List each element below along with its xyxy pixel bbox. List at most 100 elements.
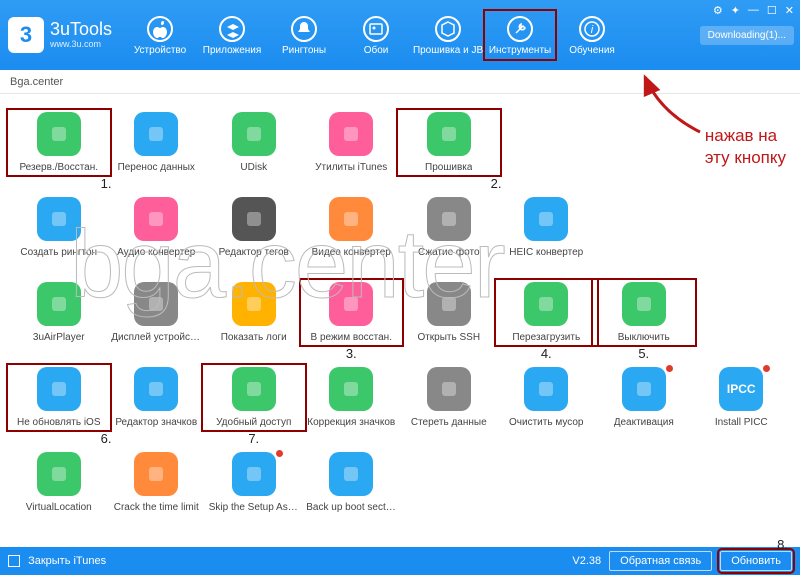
tool-icon	[427, 367, 471, 411]
annotation-number: 1.	[101, 176, 112, 191]
tool-label: Выключить	[618, 332, 670, 343]
tool-label: Не обновлять iOS	[17, 417, 101, 428]
tool-label: Дисплей устройства	[111, 332, 201, 343]
tool-label: В режим восстан.	[311, 332, 392, 343]
update-button[interactable]: Обновить	[720, 551, 792, 571]
tool-label: Skip the Setup Assistant	[209, 502, 299, 513]
tool-label: Редактор тегов	[219, 247, 289, 258]
window-control[interactable]: ☐	[767, 4, 777, 17]
feedback-button[interactable]: Обратная связь	[609, 551, 712, 571]
close-itunes-checkbox[interactable]: Закрыть iTunes	[8, 555, 106, 567]
version-label: V2.38	[572, 555, 601, 567]
tool-icon	[524, 197, 568, 241]
tool-30[interactable]: Деактивация	[595, 367, 693, 428]
tool-icon	[524, 367, 568, 411]
window-control[interactable]: ✕	[785, 4, 794, 17]
download-status[interactable]: Downloading(1)...	[700, 26, 794, 45]
tool-27[interactable]: Коррекция значков	[303, 367, 401, 428]
nav-label: Прошивка и JB	[413, 45, 483, 56]
tool-label: Показать логи	[221, 332, 287, 343]
nav-label: Обои	[364, 45, 389, 56]
tool-icon	[427, 197, 471, 241]
breadcrumb-text: Bga.center	[10, 76, 63, 88]
tool-24[interactable]: Не обновлять iOS6.	[10, 367, 108, 428]
app-name: 3uTools	[50, 20, 112, 40]
tool-label: Редактор значков	[115, 417, 197, 428]
tool-1[interactable]: Перенос данных	[108, 112, 206, 173]
tool-icon	[622, 367, 666, 411]
annotation-number: 3.	[346, 346, 357, 361]
nav-info[interactable]: iОбучения	[556, 10, 628, 60]
tool-3[interactable]: Утилиты iTunes	[303, 112, 401, 173]
nav-bell[interactable]: Рингтоны	[268, 10, 340, 60]
info-icon: i	[579, 16, 605, 42]
tool-icon	[134, 367, 178, 411]
annotation-number-8: 8.	[777, 537, 788, 552]
window-control[interactable]: ✦	[731, 4, 740, 17]
tool-17[interactable]: Дисплей устройства	[108, 282, 206, 343]
main-nav: УстройствоПриложенияРингтоны Обои Прошивка…	[124, 10, 628, 60]
tool-29[interactable]: Очистить мусор	[498, 367, 596, 428]
tool-31[interactable]: IPCCInstall PICC	[693, 367, 791, 428]
tool-32[interactable]: VirtualLocation	[10, 452, 108, 513]
tool-9[interactable]: Аудио конвертер	[108, 197, 206, 258]
tool-icon	[134, 452, 178, 496]
close-itunes-label: Закрыть iTunes	[28, 555, 106, 567]
tool-25[interactable]: Редактор значков	[108, 367, 206, 428]
tool-icon	[427, 112, 471, 156]
nav-apps[interactable]: Приложения	[196, 10, 268, 60]
tool-22[interactable]: Выключить5.	[595, 282, 693, 343]
tool-icon	[232, 282, 276, 326]
tool-10[interactable]: Редактор тегов	[205, 197, 303, 258]
notification-dot	[276, 450, 283, 457]
nav-box[interactable]: Прошивка и JB	[412, 10, 484, 60]
tool-16[interactable]: 3uAirPlayer	[10, 282, 108, 343]
tool-20[interactable]: Открыть SSH	[400, 282, 498, 343]
tool-label: Деактивация	[614, 417, 674, 428]
nav-tools[interactable]: Инструменты	[484, 10, 556, 60]
tool-4[interactable]: Прошивка2.	[400, 112, 498, 173]
checkbox-icon	[8, 555, 20, 567]
tools-grid: Резерв./Восстан.1.Перенос данныхUDiskУти…	[0, 94, 800, 513]
tool-label: Back up boot sector dat	[306, 502, 396, 513]
notification-dot	[763, 365, 770, 372]
tool-label: Удобный доступ	[216, 417, 291, 428]
tool-13[interactable]: HEIC конвертер	[498, 197, 596, 258]
tool-34[interactable]: Skip the Setup Assistant	[205, 452, 303, 513]
tool-label: Резерв./Восстан.	[19, 162, 98, 173]
annotation-number: 4.	[541, 346, 552, 361]
window-control[interactable]: —	[748, 4, 759, 17]
window-controls: ⚙ ✦ — ☐ ✕	[713, 4, 794, 17]
tool-label: Очистить мусор	[509, 417, 583, 428]
tool-label: Открыть SSH	[417, 332, 480, 343]
tool-label: Crack the time limit	[114, 502, 199, 513]
nav-apple[interactable]: Устройство	[124, 10, 196, 60]
annotation-text: нажав на эту кнопку	[705, 125, 786, 169]
tool-33[interactable]: Crack the time limit	[108, 452, 206, 513]
nav-image[interactable]: Обои	[340, 10, 412, 60]
tool-label: UDisk	[240, 162, 267, 173]
tool-icon	[134, 282, 178, 326]
tool-12[interactable]: Сжатие фото	[400, 197, 498, 258]
svg-text:i: i	[591, 24, 594, 36]
annotation-number: 5.	[638, 346, 649, 361]
tool-35[interactable]: Back up boot sector dat	[303, 452, 401, 513]
annotation-line-2: эту кнопку	[705, 147, 786, 169]
tool-icon	[134, 197, 178, 241]
logo-badge: 3	[8, 17, 44, 53]
tool-2[interactable]: UDisk	[205, 112, 303, 173]
tool-18[interactable]: Показать логи	[205, 282, 303, 343]
tool-label: Видео конвертер	[312, 247, 391, 258]
tool-28[interactable]: Стереть данные	[400, 367, 498, 428]
tool-11[interactable]: Видео конвертер	[303, 197, 401, 258]
tool-0[interactable]: Резерв./Восстан.1.	[10, 112, 108, 173]
tool-21[interactable]: Перезагрузить4.	[498, 282, 596, 343]
tool-icon	[37, 367, 81, 411]
tool-8[interactable]: Создать рингтон	[10, 197, 108, 258]
tool-26[interactable]: Удобный доступ7.	[205, 367, 303, 428]
tool-label: Стереть данные	[411, 417, 487, 428]
tool-19[interactable]: В режим восстан.3.	[303, 282, 401, 343]
tool-label: HEIC конвертер	[509, 247, 583, 258]
window-control[interactable]: ⚙	[713, 4, 723, 17]
tool-icon	[329, 197, 373, 241]
